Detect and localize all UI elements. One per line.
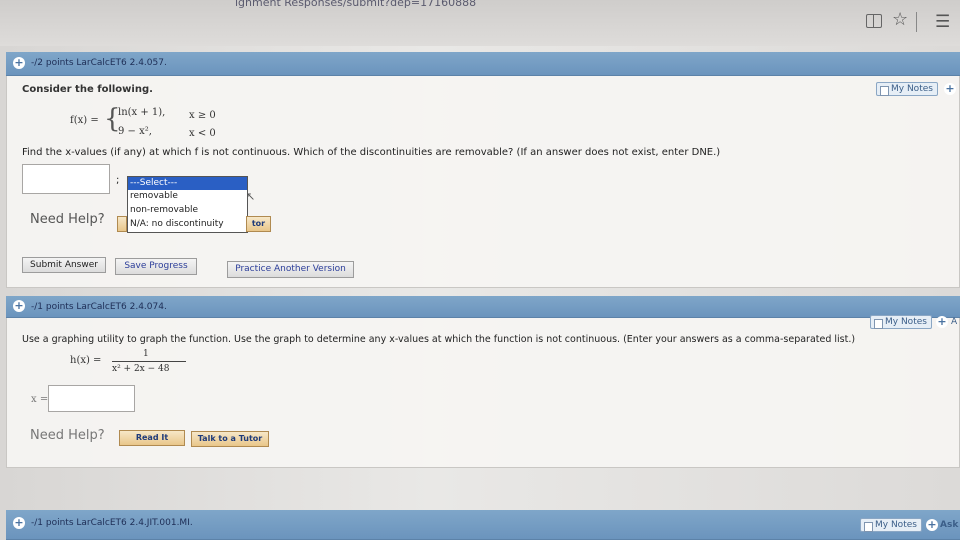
cursor-icon: ↖: [246, 190, 256, 203]
expand-icon[interactable]: +: [13, 300, 25, 312]
select-option-no-discontinuity[interactable]: N/A: no discontinuity: [128, 218, 247, 231]
select-option-removable[interactable]: removable: [128, 190, 247, 203]
expand-icon[interactable]: +: [13, 517, 25, 529]
question-3-meta: -/1 points LarCalcET6 2.4.JIT.001.MI.: [31, 518, 193, 528]
url-text[interactable]: ignment Responses/submit?dep=17160888: [235, 0, 476, 9]
read-it-button[interactable]: Read It: [119, 430, 185, 446]
fraction-numerator: 1: [143, 349, 149, 359]
question-2-meta: -/1 points LarCalcET6 2.4.074.: [31, 302, 167, 312]
select-option-non-removable[interactable]: non-removable: [128, 204, 247, 217]
need-help-label: Need Help?: [30, 428, 105, 443]
case-1-condition: x ≥ 0: [189, 110, 216, 121]
question-2-prompt: Use a graphing utility to graph the func…: [22, 334, 856, 345]
function-h-label: h(x) =: [70, 355, 102, 366]
my-notes-button[interactable]: My Notes: [876, 82, 938, 96]
star-icon[interactable]: ☆: [892, 9, 908, 30]
ask-button[interactable]: A: [951, 317, 957, 327]
question-1-prompt: Consider the following.: [22, 84, 153, 95]
x-equals-label: x =: [31, 394, 49, 405]
case-2-expression: 9 − x²,: [118, 126, 152, 137]
function-f-label: f(x) =: [70, 115, 99, 126]
x-values-input[interactable]: [48, 385, 135, 412]
browser-toolbar: [0, 0, 960, 46]
toolbar-divider: [916, 12, 917, 32]
submit-answer-button[interactable]: Submit Answer: [22, 257, 106, 273]
fraction-bar: [112, 361, 186, 362]
answer-separator: ;: [116, 175, 120, 186]
select-option-placeholder[interactable]: ---Select---: [128, 177, 247, 190]
add-icon[interactable]: +: [944, 83, 956, 95]
case-2-condition: x < 0: [189, 128, 216, 139]
x-values-input[interactable]: [22, 164, 110, 194]
my-notes-button[interactable]: My Notes: [870, 315, 932, 329]
question-1-instruction: Find the x-values (if any) at which f is…: [22, 147, 721, 158]
my-notes-button[interactable]: My Notes: [860, 518, 922, 532]
ask-icon[interactable]: +: [926, 519, 938, 531]
discontinuity-type-select[interactable]: ---Select--- removable non-removable N/A…: [127, 176, 248, 233]
case-1-expression: ln(x + 1),: [118, 107, 166, 118]
ask-icon[interactable]: +: [936, 316, 948, 328]
menu-icon[interactable]: ☰: [935, 12, 950, 32]
practice-another-version-button[interactable]: Practice Another Version: [227, 261, 354, 278]
read-it-button[interactable]: [117, 216, 127, 232]
ask-button[interactable]: Ask: [940, 520, 958, 530]
fraction-denominator: x² + 2x − 48: [112, 364, 170, 374]
question-1-meta: -/2 points LarCalcET6 2.4.057.: [31, 58, 167, 68]
reader-icon[interactable]: [866, 14, 882, 28]
talk-to-tutor-button[interactable]: Talk to a Tutor: [191, 431, 269, 447]
talk-to-tutor-button[interactable]: tor: [246, 216, 271, 232]
expand-icon[interactable]: +: [13, 57, 25, 69]
save-progress-button[interactable]: Save Progress: [115, 258, 197, 275]
need-help-label: Need Help?: [30, 212, 105, 227]
